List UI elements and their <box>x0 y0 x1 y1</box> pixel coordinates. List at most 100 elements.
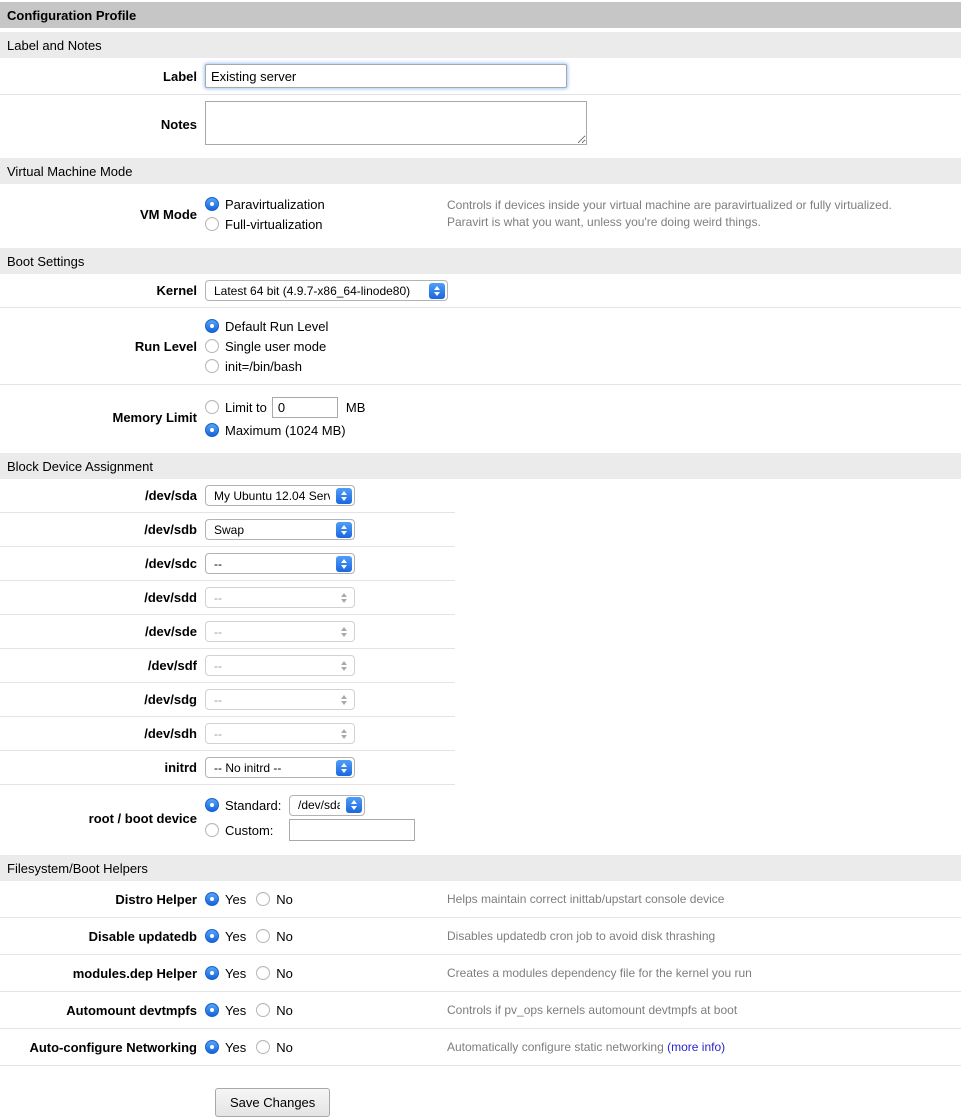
device-row-sdg: /dev/sdg -- <box>0 683 455 717</box>
device-row-initrd: initrd -- No initrd -- <box>0 751 455 785</box>
memory-limit-unit: MB <box>346 400 366 415</box>
section-virtual-machine-mode: Virtual Machine Mode <box>0 158 961 184</box>
root-device-custom-radio[interactable] <box>205 823 219 837</box>
root-boot-device-row: root / boot device Standard: /dev/sda Cu… <box>0 785 961 851</box>
memory-limit-to-radio[interactable] <box>205 400 219 414</box>
memory-limit-row: Memory Limit Limit to MB Maximum (1024 M… <box>0 385 961 449</box>
no-label: No <box>276 929 293 944</box>
auto-configure-networking-no-radio[interactable] <box>256 1040 270 1054</box>
vm-mode-paravirtualization-label: Paravirtualization <box>225 197 325 212</box>
disable-updatedb-no-radio[interactable] <box>256 929 270 943</box>
root-device-custom-input[interactable] <box>289 819 415 841</box>
modules-dep-yes-radio[interactable] <box>205 966 219 980</box>
auto-configure-networking-label: Auto-configure Networking <box>0 1040 205 1055</box>
device-row-sde: /dev/sde -- <box>0 615 455 649</box>
select-stepper-icon <box>336 658 352 674</box>
helper-row-updatedb: Disable updatedb Yes No Disables updated… <box>0 918 961 955</box>
yes-label: Yes <box>225 1040 246 1055</box>
automount-devtmpfs-yes-radio[interactable] <box>205 1003 219 1017</box>
notes-field-label: Notes <box>0 117 205 132</box>
vm-mode-help: Controls if devices inside your virtual … <box>447 197 961 231</box>
section-filesystem-boot-helpers: Filesystem/Boot Helpers <box>0 855 961 881</box>
distro-helper-no-radio[interactable] <box>256 892 270 906</box>
auto-configure-networking-yes-radio[interactable] <box>205 1040 219 1054</box>
yes-label: Yes <box>225 1003 246 1018</box>
vm-mode-label: VM Mode <box>0 207 205 222</box>
select-stepper-icon <box>336 760 352 776</box>
run-level-init-bash-radio[interactable] <box>205 359 219 373</box>
helper-row-modules-dep: modules.dep Helper Yes No Creates a modu… <box>0 955 961 992</box>
disable-updatedb-label: Disable updatedb <box>0 929 205 944</box>
automount-devtmpfs-help: Controls if pv_ops kernels automount dev… <box>447 1002 961 1019</box>
device-sdd-label: /dev/sdd <box>0 590 205 605</box>
memory-maximum-radio[interactable] <box>205 423 219 437</box>
device-row-sdd: /dev/sdd -- <box>0 581 455 615</box>
modules-dep-help: Creates a modules dependency file for th… <box>447 965 961 982</box>
dev-sdh-select: -- <box>205 723 355 744</box>
select-stepper-icon <box>336 488 352 504</box>
label-input[interactable] <box>205 64 567 88</box>
root-device-standard-select[interactable]: /dev/sda <box>289 795 365 816</box>
run-level-default-radio[interactable] <box>205 319 219 333</box>
yes-label: Yes <box>225 892 246 907</box>
disable-updatedb-help: Disables updatedb cron job to avoid disk… <box>447 928 961 945</box>
section-label-and-notes: Label and Notes <box>0 32 961 58</box>
memory-limit-input[interactable] <box>272 397 338 418</box>
run-level-single-user-radio[interactable] <box>205 339 219 353</box>
distro-helper-label: Distro Helper <box>0 892 205 907</box>
run-level-single-user-label: Single user mode <box>225 339 326 354</box>
select-stepper-icon <box>336 692 352 708</box>
dev-sdd-select: -- <box>205 587 355 608</box>
helper-row-distro: Distro Helper Yes No Helps maintain corr… <box>0 881 961 918</box>
disable-updatedb-yes-radio[interactable] <box>205 929 219 943</box>
run-level-label: Run Level <box>0 339 205 354</box>
root-device-standard-radio[interactable] <box>205 798 219 812</box>
device-sda-label: /dev/sda <box>0 488 205 503</box>
device-row-sdc: /dev/sdc -- <box>0 547 455 581</box>
device-row-sda: /dev/sda My Ubuntu 12.04 Server <box>0 479 455 513</box>
device-row-sdb: /dev/sdb Swap <box>0 513 455 547</box>
device-row-sdf: /dev/sdf -- <box>0 649 455 683</box>
initrd-select[interactable]: -- No initrd -- <box>205 757 355 778</box>
section-block-device-assignment: Block Device Assignment <box>0 453 961 479</box>
dev-sdf-select: -- <box>205 655 355 676</box>
vm-mode-paravirtualization-radio[interactable] <box>205 197 219 211</box>
dev-sda-select[interactable]: My Ubuntu 12.04 Server <box>205 485 355 506</box>
run-level-init-bash-label: init=/bin/bash <box>225 359 302 374</box>
yes-label: Yes <box>225 966 246 981</box>
modules-dep-no-radio[interactable] <box>256 966 270 980</box>
distro-helper-help: Helps maintain correct inittab/upstart c… <box>447 891 961 908</box>
helper-row-networking: Auto-configure Networking Yes No Automat… <box>0 1029 961 1066</box>
device-sdg-label: /dev/sdg <box>0 692 205 707</box>
distro-helper-yes-radio[interactable] <box>205 892 219 906</box>
device-row-sdh: /dev/sdh -- <box>0 717 455 751</box>
memory-maximum-label: Maximum (1024 MB) <box>225 423 346 438</box>
kernel-select[interactable]: Latest 64 bit (4.9.7-x86_64-linode80) <box>205 280 448 301</box>
kernel-label: Kernel <box>0 283 205 298</box>
initrd-label: initrd <box>0 760 205 775</box>
select-stepper-icon <box>336 624 352 640</box>
dev-sdc-select[interactable]: -- <box>205 553 355 574</box>
memory-limit-label: Memory Limit <box>0 410 205 425</box>
root-device-custom-label: Custom: <box>225 823 289 838</box>
section-boot-settings: Boot Settings <box>0 248 961 274</box>
more-info-link[interactable]: (more info) <box>667 1040 725 1054</box>
notes-row: Notes <box>0 95 961 154</box>
select-stepper-icon <box>336 522 352 538</box>
save-changes-button[interactable]: Save Changes <box>215 1088 330 1117</box>
device-sdc-label: /dev/sdc <box>0 556 205 571</box>
vm-mode-full-virtualization-label: Full-virtualization <box>225 217 323 232</box>
automount-devtmpfs-no-radio[interactable] <box>256 1003 270 1017</box>
device-sde-label: /dev/sde <box>0 624 205 639</box>
automount-devtmpfs-label: Automount devtmpfs <box>0 1003 205 1018</box>
no-label: No <box>276 966 293 981</box>
modules-dep-helper-label: modules.dep Helper <box>0 966 205 981</box>
device-sdf-label: /dev/sdf <box>0 658 205 673</box>
device-sdh-label: /dev/sdh <box>0 726 205 741</box>
dev-sdb-select[interactable]: Swap <box>205 519 355 540</box>
dev-sde-select: -- <box>205 621 355 642</box>
notes-textarea[interactable] <box>205 101 587 145</box>
select-stepper-icon <box>336 590 352 606</box>
yes-label: Yes <box>225 929 246 944</box>
vm-mode-full-virtualization-radio[interactable] <box>205 217 219 231</box>
